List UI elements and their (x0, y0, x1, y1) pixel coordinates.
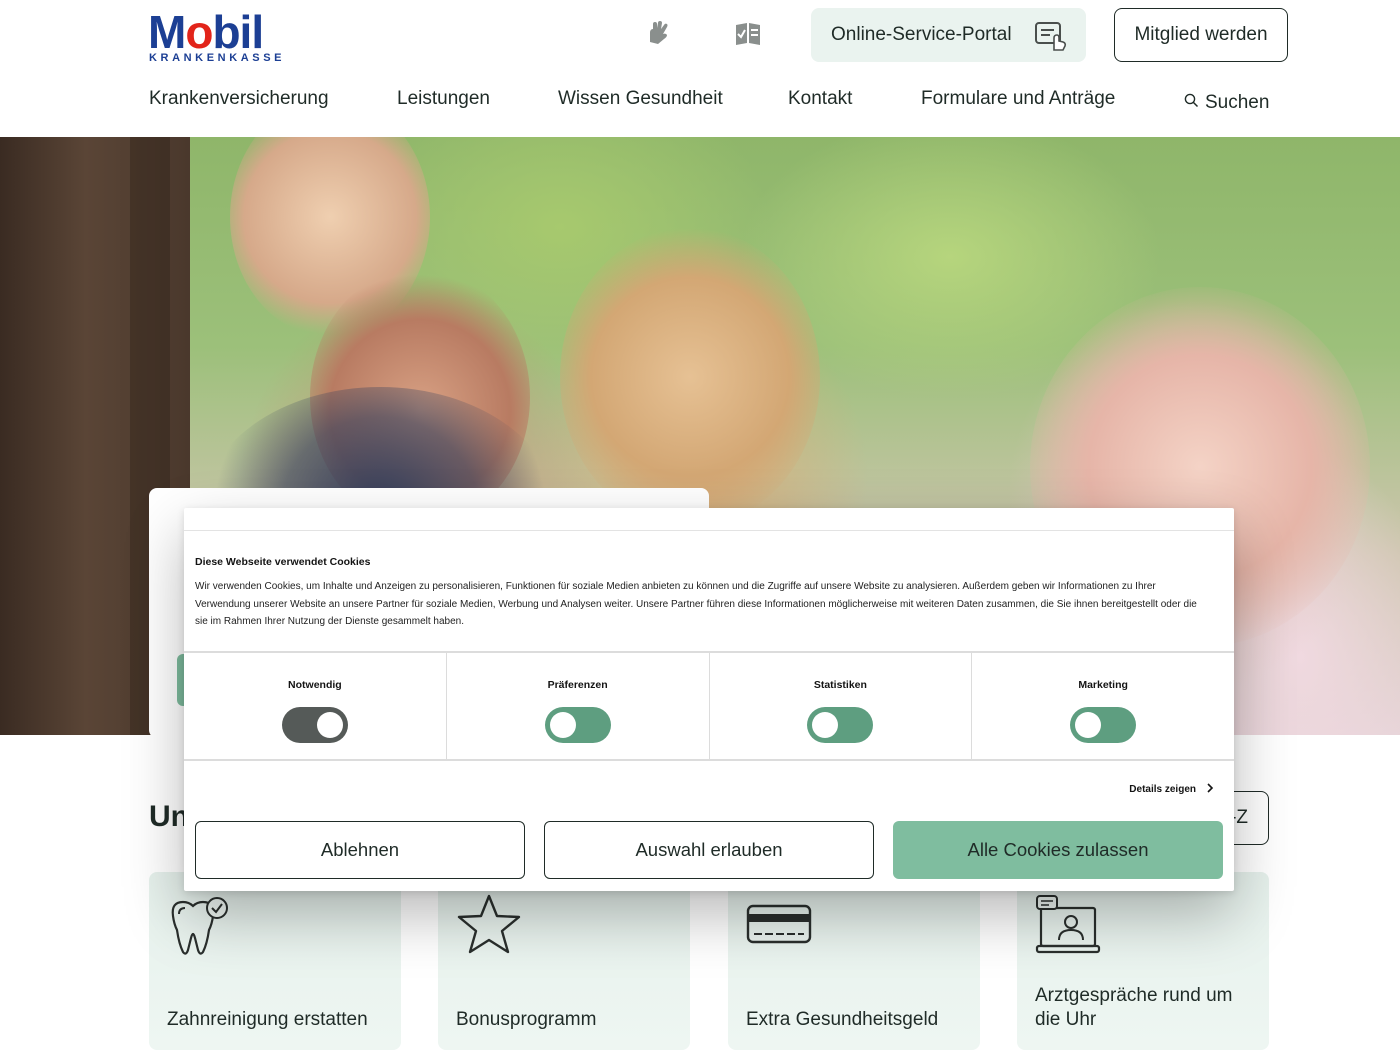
chevron-right-icon (1206, 783, 1214, 796)
nav-item-formulare[interactable]: Formulare und Anträge (921, 88, 1115, 110)
search-label: Suchen (1205, 92, 1270, 113)
card-icon (746, 894, 812, 958)
mother-hair (560, 227, 820, 527)
cookie-description: Wir verwenden Cookies, um Inhalte und An… (195, 581, 1197, 627)
easy-language-icon[interactable] (733, 18, 763, 48)
nav-item-leistungen[interactable]: Leistungen (397, 88, 490, 110)
toggle-praeferenzen[interactable] (544, 707, 611, 743)
tile-label: Extra Gesundheitsgeld (746, 1009, 939, 1030)
toggle-knob (1075, 712, 1102, 738)
toggle-statistiken[interactable] (807, 707, 874, 743)
portal-label: Online-Service-Portal (831, 24, 1012, 45)
divider (184, 530, 1234, 531)
details-link[interactable]: Details zeigen (1129, 783, 1214, 796)
category-label: Statistiken (813, 679, 867, 691)
sign-language-icon[interactable] (644, 18, 674, 48)
video-doctor-icon (1035, 894, 1101, 958)
cookie-categories: Notwendig Präferenzen Statistiken Market… (184, 651, 1234, 761)
toggle-notwendig[interactable] (281, 707, 348, 743)
nav-item-krankenversicherung[interactable]: Krankenversicherung (149, 88, 329, 110)
tile-bonusprogramm[interactable]: Bonusprogramm (438, 872, 690, 1050)
category-praeferenzen: Präferenzen (447, 653, 710, 759)
search-icon (1184, 93, 1199, 113)
nav-item-wissen-gesundheit[interactable]: Wissen Gesundheit (558, 88, 723, 110)
category-marketing: Marketing (972, 653, 1234, 759)
reject-button[interactable]: Ablehnen (195, 821, 525, 879)
tile-label: Arztgespräche rund um die Uhr (1035, 985, 1233, 1030)
category-label: Präferenzen (547, 679, 608, 691)
category-label: Notwendig (288, 679, 342, 691)
tile-extra-gesundheitsgeld[interactable]: Extra Gesundheitsgeld (728, 872, 980, 1050)
category-label: Marketing (1078, 679, 1128, 691)
toggle-knob (316, 712, 343, 738)
allow-all-cookies-button[interactable]: Alle Cookies zulassen (893, 821, 1223, 879)
toggle-marketing[interactable] (1070, 707, 1137, 743)
mobil-logo[interactable]: Mobil KRANKENKASSE (148, 8, 288, 64)
star-icon (456, 894, 522, 958)
cookie-title: Diese Webseite verwendet Cookies (195, 556, 371, 568)
toggle-knob (812, 712, 839, 738)
nav-item-kontakt[interactable]: Kontakt (788, 88, 852, 110)
toggle-knob (549, 712, 576, 738)
allow-selection-button[interactable]: Auswahl erlauben (544, 821, 874, 879)
category-statistiken: Statistiken (710, 653, 973, 759)
tooth-check-icon (167, 894, 233, 958)
section-title: Un (149, 800, 189, 833)
cookie-consent-dialog: Diese Webseite verwendet Cookies Wir ver… (184, 508, 1234, 891)
online-service-portal-button[interactable]: Online-Service-Portal (811, 8, 1086, 62)
portal-touch-icon (1034, 20, 1068, 51)
tile-label: Zahnreinigung erstatten (167, 1009, 368, 1030)
tile-zahnreinigung[interactable]: Zahnreinigung erstatten (149, 872, 401, 1050)
become-member-button[interactable]: Mitglied werden (1114, 8, 1288, 62)
search-button[interactable]: Suchen (1184, 92, 1269, 114)
tile-arztgespraeche[interactable]: Arztgespräche rund um die Uhr (1017, 872, 1269, 1050)
details-label: Details zeigen (1129, 784, 1196, 795)
logo-wordmark: Mobil (148, 6, 264, 58)
logo-subtitle: KRANKENKASSE (149, 52, 286, 64)
category-notwendig: Notwendig (184, 653, 447, 759)
tile-label: Bonusprogramm (456, 1009, 597, 1030)
